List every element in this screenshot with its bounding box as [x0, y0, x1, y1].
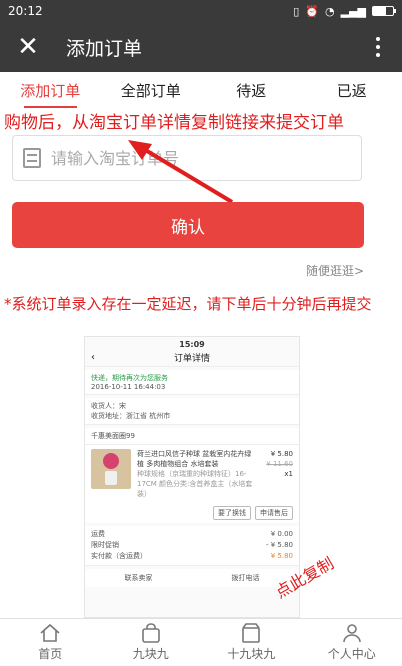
close-icon[interactable]: ✕	[14, 33, 42, 61]
signal-icon: ▂▄▆	[340, 4, 366, 18]
shop-icon	[242, 623, 261, 643]
tab-returned[interactable]: 已返	[302, 72, 402, 110]
logistics-date: 2016-10-11 16:44:03	[91, 383, 166, 391]
wifi-icon: ◔	[325, 4, 335, 18]
product-price-block: ¥ 5.80 ¥ 11.60 x1	[259, 449, 293, 499]
logistics-status: 快递，期待再次为您服务	[91, 374, 168, 382]
status-time: 20:12	[8, 4, 43, 18]
order-number-field[interactable]	[12, 135, 362, 181]
product-thumbnail	[91, 449, 131, 489]
nav-home-label: 首页	[38, 647, 63, 661]
payment-summary: 运费 ¥ 0.00 限时促销 - ¥ 5.80 实付款（含运费） ¥ 5.80	[85, 526, 299, 566]
bag-icon	[141, 623, 160, 643]
more-options-icon[interactable]	[366, 34, 390, 60]
status-icons: ▯ ⏰ ◔ ▂▄▆	[293, 4, 396, 18]
nav-home[interactable]: 首页	[0, 619, 101, 666]
screenshot-header: ‹ 订单详情	[85, 349, 299, 367]
order-number-input[interactable]	[51, 148, 321, 168]
freight-label: 运费	[91, 530, 105, 538]
screenshot-title: 订单详情	[173, 354, 210, 364]
instruction-annotation: 购物后，从淘宝订单详情复制链接来提交订单	[4, 113, 344, 133]
sim-icon: ▯	[293, 4, 300, 18]
product-name: 荷兰进口风信子种球 盆栽室内花卉绿植 多肉植物组合 水培套装	[137, 450, 252, 468]
back-icon: ‹	[91, 352, 95, 363]
battery-icon	[372, 6, 396, 16]
logistics-section: 快递，期待再次为您服务 2016-10-11 16:44:03	[85, 370, 299, 395]
paid-label: 实付款（含运费）	[91, 552, 147, 560]
nav-nine-nine-label: 九块九	[132, 647, 169, 661]
nav-nineteen-nine[interactable]: 十九块九	[201, 619, 302, 666]
status-bar: 20:12 ▯ ⏰ ◔ ▂▄▆	[0, 0, 402, 22]
product-row: 荷兰进口风信子种球 盆栽室内花卉绿植 多肉植物组合 水培套装 种球规格（京瑞重的…	[85, 445, 299, 503]
app-bar: ✕ 添加订单	[0, 22, 402, 72]
tab-pending[interactable]: 待返	[201, 72, 302, 110]
product-spec: 种球规格（京瑞重的种球特征）16-17CM 颜色分类:含首养盒主（水培套装）	[137, 470, 253, 498]
promo-value: - ¥ 5.80	[265, 541, 293, 549]
product-info: 荷兰进口风信子种球 盆栽室内花卉绿植 多肉植物组合 水培套装 种球规格（京瑞重的…	[137, 449, 253, 499]
home-icon	[40, 623, 60, 642]
order-tabs: 添加订单 全部订单 待返 已返	[0, 72, 402, 110]
receiver-label: 收货人：宋	[91, 402, 126, 410]
product-price: ¥ 5.80	[270, 450, 293, 458]
browse-link[interactable]: 随便逛逛>	[306, 262, 364, 279]
example-order-screenshot: 15:09 ‹ 订单详情 快递，期待再次为您服务 2016-10-11 16:4…	[84, 336, 300, 618]
product-original-price: ¥ 11.60	[266, 460, 293, 468]
tab-all-orders[interactable]: 全部订单	[101, 72, 202, 110]
screenshot-time: 15:09	[179, 340, 205, 349]
alarm-icon: ⏰	[305, 4, 319, 18]
page-title: 添加订单	[66, 37, 143, 60]
product-quantity: x1	[284, 470, 293, 478]
return-button: 要了换钱	[213, 506, 251, 520]
product-actions: 要了换钱 申请售后	[85, 503, 299, 523]
shop-name: 千惠美面圈99	[85, 428, 299, 445]
paid-value: ¥ 5.80	[270, 552, 293, 560]
system-delay-note: *系统订单录入存在一定延迟，请下单后十分钟后再提交	[4, 295, 372, 313]
nav-nineteen-nine-label: 十九块九	[227, 647, 276, 661]
screenshot-footer: 联系卖家 拨打电话	[85, 569, 299, 587]
document-icon	[23, 148, 41, 168]
confirm-button[interactable]: 确认	[12, 202, 364, 248]
address-section: 收货人：宋 收货地址：浙江省 杭州市	[85, 398, 299, 425]
freight-value: ¥ 0.00	[270, 530, 293, 538]
promo-label: 限时促销	[91, 541, 119, 549]
nav-profile[interactable]: 个人中心	[302, 619, 402, 666]
nav-profile-label: 个人中心	[327, 647, 376, 661]
address-label: 收货地址：浙江省 杭州市	[91, 412, 171, 420]
bottom-nav: 首页 九块九 十九块九 个人中心	[0, 618, 402, 666]
after-sale-button: 申请售后	[255, 506, 293, 520]
tab-add-order[interactable]: 添加订单	[0, 72, 101, 110]
user-icon	[342, 624, 361, 643]
nav-nine-nine[interactable]: 九块九	[101, 619, 202, 666]
contact-seller: 联系卖家	[124, 574, 153, 582]
call-seller: 拨打电话	[231, 574, 260, 582]
